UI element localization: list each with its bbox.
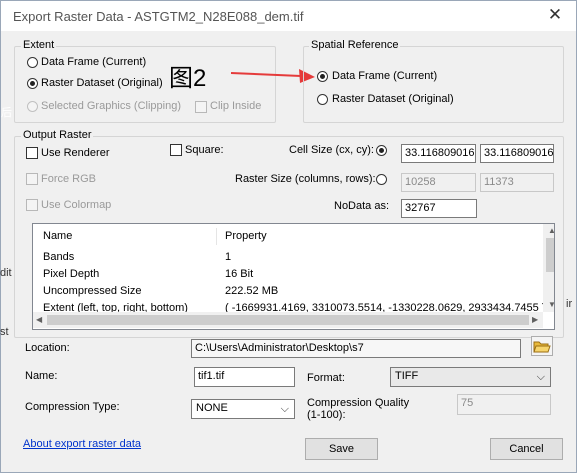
use-colormap-label: Use Colormap	[41, 199, 112, 211]
export-raster-dialog: Export Raster Data - ASTGTM2_N28E088_dem…	[0, 0, 577, 473]
force-rgb-label: Force RGB	[41, 173, 97, 185]
raster-size-radio[interactable]	[376, 174, 387, 185]
about-export-link[interactable]: About export raster data	[23, 438, 141, 450]
chevron-down-icon: ⌵	[536, 371, 545, 383]
scroll-down-icon[interactable]: ▼	[548, 300, 554, 309]
use-renderer-label[interactable]: Use Renderer	[41, 147, 109, 159]
header-divider	[216, 228, 217, 245]
square-checkbox[interactable]	[170, 144, 182, 156]
background-fragment: ir	[566, 298, 573, 310]
clip-inside-label: Clip Inside	[210, 100, 262, 112]
scroll-left-icon[interactable]: ◀	[36, 315, 42, 324]
horizontal-scroll-thumb[interactable]	[47, 315, 529, 325]
force-rgb-checkbox	[26, 173, 38, 185]
raster-columns-input: 10258	[401, 173, 476, 192]
title-bar: Export Raster Data - ASTGTM2_N28E088_dem…	[1, 1, 576, 31]
chevron-down-icon: ⌵	[280, 403, 289, 415]
extent-raster-dataset-label[interactable]: Raster Dataset (Original)	[41, 77, 163, 89]
background-fragment: dit	[0, 267, 12, 279]
properties-header-row: Name Property	[33, 228, 554, 245]
compression-quality-label: Compression Quality	[307, 397, 410, 409]
extent-data-frame-label[interactable]: Data Frame (Current)	[41, 56, 146, 68]
property-value: 222.52 MB	[225, 285, 279, 297]
open-folder-icon	[533, 341, 551, 353]
property-name: Bands	[43, 251, 75, 263]
location-label: Location:	[25, 342, 70, 354]
spatial-ref-raster-dataset-radio[interactable]	[317, 94, 328, 105]
format-label: Format:	[307, 372, 345, 384]
compression-quality-label-2: (1-100):	[307, 409, 346, 421]
use-colormap-checkbox	[26, 199, 38, 211]
use-renderer-checkbox[interactable]	[26, 147, 38, 159]
compression-type-value: NONE	[196, 402, 228, 414]
cancel-button[interactable]: Cancel	[490, 438, 563, 460]
close-icon[interactable]: ✕	[545, 5, 565, 25]
property-name: Uncompressed Size	[43, 285, 142, 297]
table-row: Uncompressed Size 222.52 MB	[33, 283, 554, 300]
extent-selected-graphics-radio	[27, 101, 38, 112]
dialog-title: Export Raster Data - ASTGTM2_N28E088_dem…	[13, 9, 304, 24]
name-input[interactable]: tif1.tif	[194, 367, 295, 387]
spatial-reference-group-label: Spatial Reference	[309, 39, 401, 51]
spatial-ref-data-frame-label[interactable]: Data Frame (Current)	[332, 70, 437, 82]
property-value: 1	[225, 251, 232, 263]
vertical-scrollbar[interactable]: ▲ ▼	[543, 224, 554, 312]
extent-raster-dataset-radio[interactable]	[27, 78, 38, 89]
location-input[interactable]: C:\Users\Administrator\Desktop\s7	[191, 339, 521, 358]
header-name: Name	[43, 230, 73, 242]
extent-selected-graphics-label: Selected Graphics (Clipping)	[41, 100, 182, 112]
save-button[interactable]: Save	[305, 438, 378, 460]
table-row: Pixel Depth 16 Bit	[33, 266, 554, 283]
extent-data-frame-radio[interactable]	[27, 57, 38, 68]
cell-size-cx-input[interactable]: 33.11680901610	[401, 144, 476, 163]
extent-group-label: Extent	[21, 39, 57, 51]
background-fragment: st	[0, 326, 9, 338]
nodata-input[interactable]: 32767	[401, 199, 477, 218]
property-name: Pixel Depth	[43, 268, 100, 280]
clip-inside-checkbox	[195, 101, 207, 113]
format-select[interactable]: TIFF ⌵	[390, 367, 551, 387]
horizontal-scrollbar[interactable]: ◀ ▶	[33, 312, 543, 328]
output-raster-group-label: Output Raster	[21, 129, 94, 141]
raster-size-label: Raster Size (columns, rows):	[235, 173, 376, 185]
annotation-label: 图2	[169, 65, 207, 92]
format-value: TIFF	[395, 370, 419, 382]
raster-rows-input: 11373	[480, 173, 554, 192]
scroll-up-icon[interactable]: ▲	[548, 226, 554, 235]
properties-list[interactable]: Name Property Bands 1 Pixel Depth 16 Bit…	[32, 223, 555, 330]
square-label[interactable]: Square:	[185, 144, 224, 156]
cell-size-cy-input[interactable]: 33.11680901610	[480, 144, 554, 163]
header-property: Property	[225, 230, 267, 242]
compression-type-label: Compression Type:	[25, 401, 120, 413]
spatial-reference-group	[303, 46, 564, 123]
scroll-right-icon[interactable]: ▶	[532, 315, 538, 324]
name-label: Name:	[25, 370, 58, 382]
compression-type-select[interactable]: NONE ⌵	[191, 399, 295, 419]
cell-size-radio[interactable]	[376, 145, 387, 156]
cell-size-label: Cell Size (cx, cy):	[289, 144, 374, 156]
browse-folder-button[interactable]	[531, 336, 553, 356]
background-fragment: 后	[1, 107, 12, 119]
spatial-ref-data-frame-radio[interactable]	[317, 71, 328, 82]
table-row: Bands 1	[33, 249, 554, 266]
spatial-ref-raster-dataset-label[interactable]: Raster Dataset (Original)	[332, 93, 454, 105]
property-value: 16 Bit	[225, 268, 254, 280]
compression-quality-input: 75	[457, 394, 551, 415]
vertical-scroll-thumb[interactable]	[546, 238, 554, 272]
nodata-label: NoData as:	[334, 200, 390, 212]
